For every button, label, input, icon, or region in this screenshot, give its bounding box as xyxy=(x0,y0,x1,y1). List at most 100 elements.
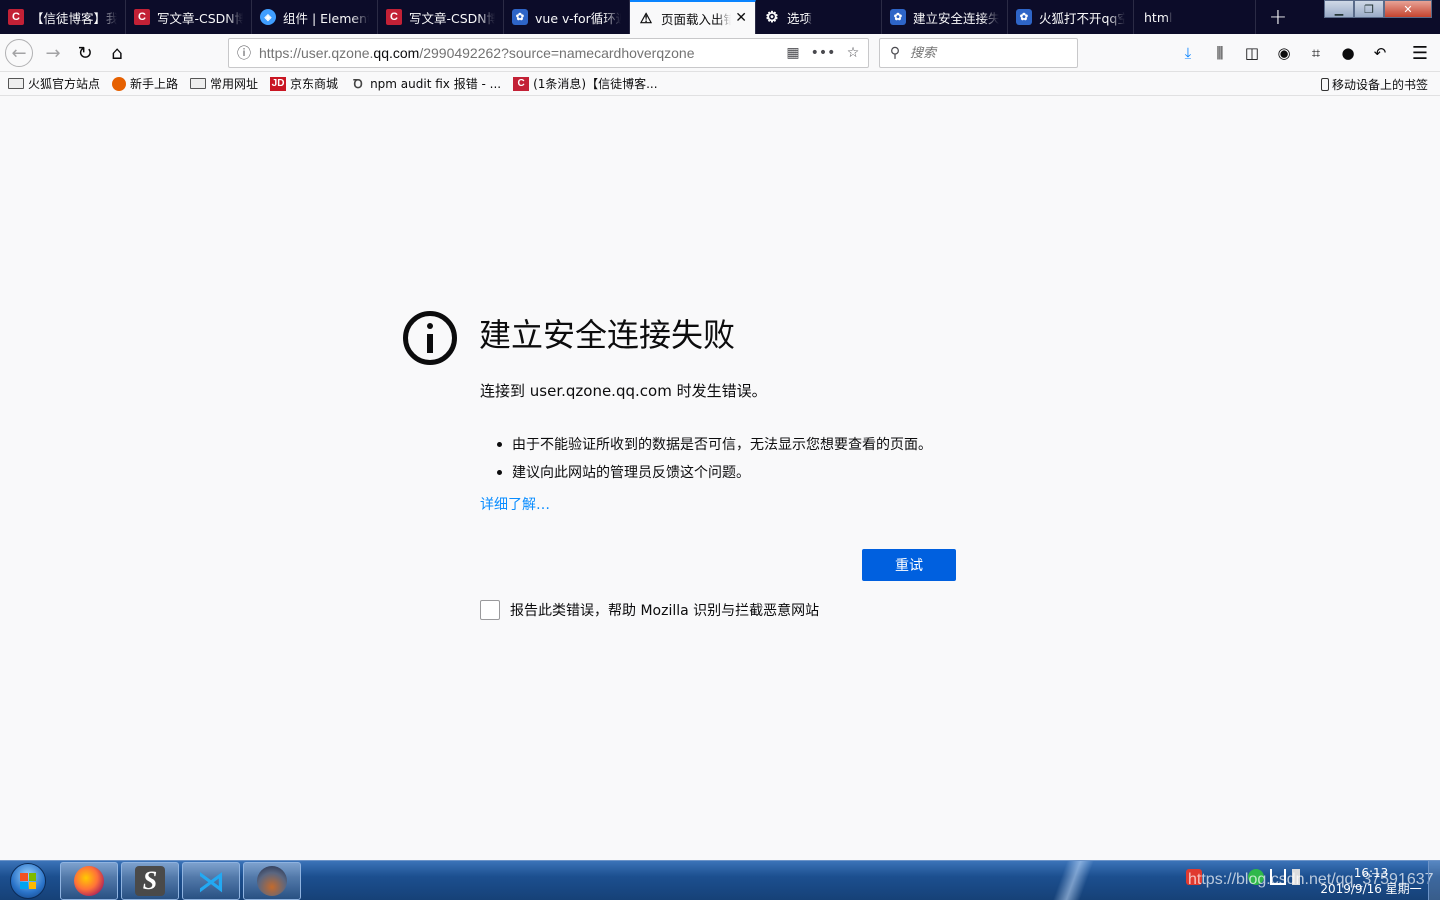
tab-4[interactable]: ✿ vue v-for循环遍 xyxy=(504,0,630,34)
reload-button[interactable]: ↻ xyxy=(71,39,99,67)
baidu-paw-icon: ✿ xyxy=(512,9,528,25)
bookmark-item[interactable]: C (1条消息)【信徒博客... xyxy=(513,75,658,92)
baidu-paw-icon: ✿ xyxy=(1016,9,1032,25)
screenshot-crop-icon[interactable]: ⌗ xyxy=(1300,39,1332,67)
minimize-button[interactable]: ▁ xyxy=(1324,0,1354,18)
report-checkbox[interactable] xyxy=(480,600,500,620)
tab-9[interactable]: html xyxy=(1134,0,1256,34)
bookmarks-toolbar: 火狐官方站点 新手上路 常用网址 JD 京东商城 Ꝺnpm audit fix 报… xyxy=(0,72,1440,96)
firefox-icon xyxy=(112,76,127,91)
search-input[interactable] xyxy=(910,45,1060,61)
page-actions-icon[interactable]: ••• xyxy=(808,45,838,61)
clock[interactable]: 16:13 2019/9/16 星期一 xyxy=(1316,865,1426,897)
tab-0[interactable]: C 【信徒博客】我 xyxy=(0,0,126,34)
csdn-icon: C xyxy=(386,9,402,25)
tab-6[interactable]: ⚙ 选项 xyxy=(756,0,882,34)
list-item: 由于不能验证所收到的数据是否可信，无法显示您想要查看的页面。 xyxy=(480,430,932,458)
tab-label: 写文章-CSDN博 xyxy=(409,10,495,26)
bookmark-label: 常用网址 xyxy=(210,77,259,91)
photo-app-icon xyxy=(257,866,287,896)
taskbar-app-sublime[interactable]: S xyxy=(121,862,179,900)
tab-strip: C 【信徒博客】我 C 写文章-CSDN博 ◈ 组件 | Element C 写文章-C… xyxy=(0,0,1440,34)
tab-label: 【信徒博客】我 xyxy=(31,10,117,26)
close-tab-icon[interactable]: ✕ xyxy=(735,10,747,26)
error-bullets: 由于不能验证所收到的数据是否可信，无法显示您想要查看的页面。 建议向此网站的管理… xyxy=(480,430,932,486)
bookmark-label: 京东商城 xyxy=(290,77,339,91)
window-controls: ▁ ❐ ✕ xyxy=(1324,0,1432,18)
forward-button[interactable]: → xyxy=(39,39,67,67)
sidebar-icon[interactable]: ◫ xyxy=(1236,39,1268,67)
library-icon[interactable]: ⫼ xyxy=(1204,39,1236,67)
tab-label: 页面载入出错 xyxy=(661,11,732,27)
nav-bar: ← → ↻ ⌂ ⓘ https://user.qzone.qq.com/2990… xyxy=(0,34,1440,72)
undo-icon[interactable]: ↶ xyxy=(1364,39,1396,67)
bookmark-item[interactable]: 常用网址 xyxy=(190,75,258,92)
npm-icon: Ꝺ xyxy=(353,77,363,91)
url-text[interactable]: https://user.qzone.qq.com/2990492262?sou… xyxy=(259,45,778,61)
tab-label: html xyxy=(1144,9,1173,25)
bookmark-label: 新手上路 xyxy=(130,77,179,91)
tab-label: vue v-for循环遍 xyxy=(535,10,621,26)
new-tab-button[interactable]: + xyxy=(1256,0,1300,34)
home-button[interactable]: ⌂ xyxy=(103,39,131,67)
toolbar-icons: ⤓ ⫼ ◫ ◉ ⌗ ● ↶ xyxy=(1172,39,1396,67)
bookmark-item[interactable]: 新手上路 xyxy=(112,75,178,92)
maximize-button[interactable]: ❐ xyxy=(1354,0,1384,18)
csdn-icon: C xyxy=(134,9,150,25)
folder-icon xyxy=(190,78,207,89)
download-icon[interactable]: ⤓ xyxy=(1172,39,1204,67)
jd-icon: JD xyxy=(270,76,287,91)
url-domain: qq.com xyxy=(373,45,420,61)
learn-more-link[interactable]: 详细了解… xyxy=(480,494,550,514)
baidu-paw-icon: ✿ xyxy=(890,9,906,25)
bookmark-item[interactable]: 火狐官方站点 xyxy=(8,75,100,92)
firefox-icon xyxy=(74,866,104,896)
windows-logo-icon xyxy=(10,863,46,899)
tab-1[interactable]: C 写文章-CSDN博 xyxy=(126,0,252,34)
search-bar[interactable]: ⚲ xyxy=(879,38,1078,68)
url-prefix: https://user.qzone. xyxy=(259,45,374,61)
tab-5[interactable]: ⚠ 页面载入出错 ✕ xyxy=(630,0,756,34)
qr-code-icon[interactable]: ▦ xyxy=(778,45,808,61)
tab-label: 组件 | Element xyxy=(283,10,369,26)
report-error-option: 报告此类错误，帮助 Mozilla 识别与拦截恶意网站 xyxy=(480,600,819,620)
phone-icon xyxy=(1320,78,1329,91)
tab-label: 写文章-CSDN博 xyxy=(157,10,243,26)
close-window-button[interactable]: ✕ xyxy=(1384,0,1432,18)
url-bar[interactable]: ⓘ https://user.qzone.qq.com/2990492262?s… xyxy=(228,38,869,68)
bookmark-item[interactable]: Ꝺnpm audit fix 报错 - ... xyxy=(350,75,501,92)
bookmark-label: 火狐官方站点 xyxy=(28,77,101,91)
mobile-bookmarks-label: 移动设备上的书签 xyxy=(1331,78,1428,92)
account-icon[interactable]: ◉ xyxy=(1268,39,1300,67)
taskbar-app-photo[interactable] xyxy=(243,862,301,900)
bookmark-label: npm audit fix 报错 - ... xyxy=(370,77,502,91)
bookmark-item[interactable]: JD 京东商城 xyxy=(270,75,338,92)
start-button[interactable] xyxy=(4,862,52,900)
bookmark-star-icon[interactable]: ☆ xyxy=(838,45,868,61)
error-description: 连接到 user.qzone.qq.com 时发生错误。 xyxy=(480,382,767,400)
tab-label: 火狐打不开qq空 xyxy=(1039,10,1125,26)
retry-button[interactable]: 重试 xyxy=(862,549,956,581)
bookmark-label: (1条消息)【信徒博客... xyxy=(533,77,658,91)
hamburger-menu-icon[interactable]: ☰ xyxy=(1406,39,1434,67)
tab-2[interactable]: ◈ 组件 | Element xyxy=(252,0,378,34)
gear-icon: ⚙ xyxy=(765,9,779,26)
tab-3[interactable]: C 写文章-CSDN博 xyxy=(378,0,504,34)
chat-bubble-icon[interactable]: ● xyxy=(1332,39,1364,67)
taskbar-app-vscode[interactable]: ⋊ xyxy=(182,862,240,900)
tab-label: 建立安全连接失 xyxy=(913,10,999,26)
taskbar-app-firefox[interactable] xyxy=(60,862,118,900)
show-desktop-button[interactable] xyxy=(1428,861,1440,900)
tab-8[interactable]: ✿ 火狐打不开qq空 xyxy=(1008,0,1134,34)
clock-date: 2019/9/16 星期一 xyxy=(1320,882,1422,896)
folder-icon xyxy=(8,78,24,89)
info-icon xyxy=(403,311,457,365)
back-button[interactable]: ← xyxy=(5,39,33,67)
tab-7[interactable]: ✿ 建立安全连接失 xyxy=(882,0,1008,34)
vscode-icon: ⋊ xyxy=(197,864,225,898)
list-item: 建议向此网站的管理员反馈这个问题。 xyxy=(480,458,932,486)
mobile-bookmarks[interactable]: 移动设备上的书签 xyxy=(1320,76,1428,93)
site-info-icon[interactable]: ⓘ xyxy=(229,43,259,63)
warning-icon: ⚠ xyxy=(639,9,653,26)
csdn-icon: C xyxy=(8,9,24,25)
